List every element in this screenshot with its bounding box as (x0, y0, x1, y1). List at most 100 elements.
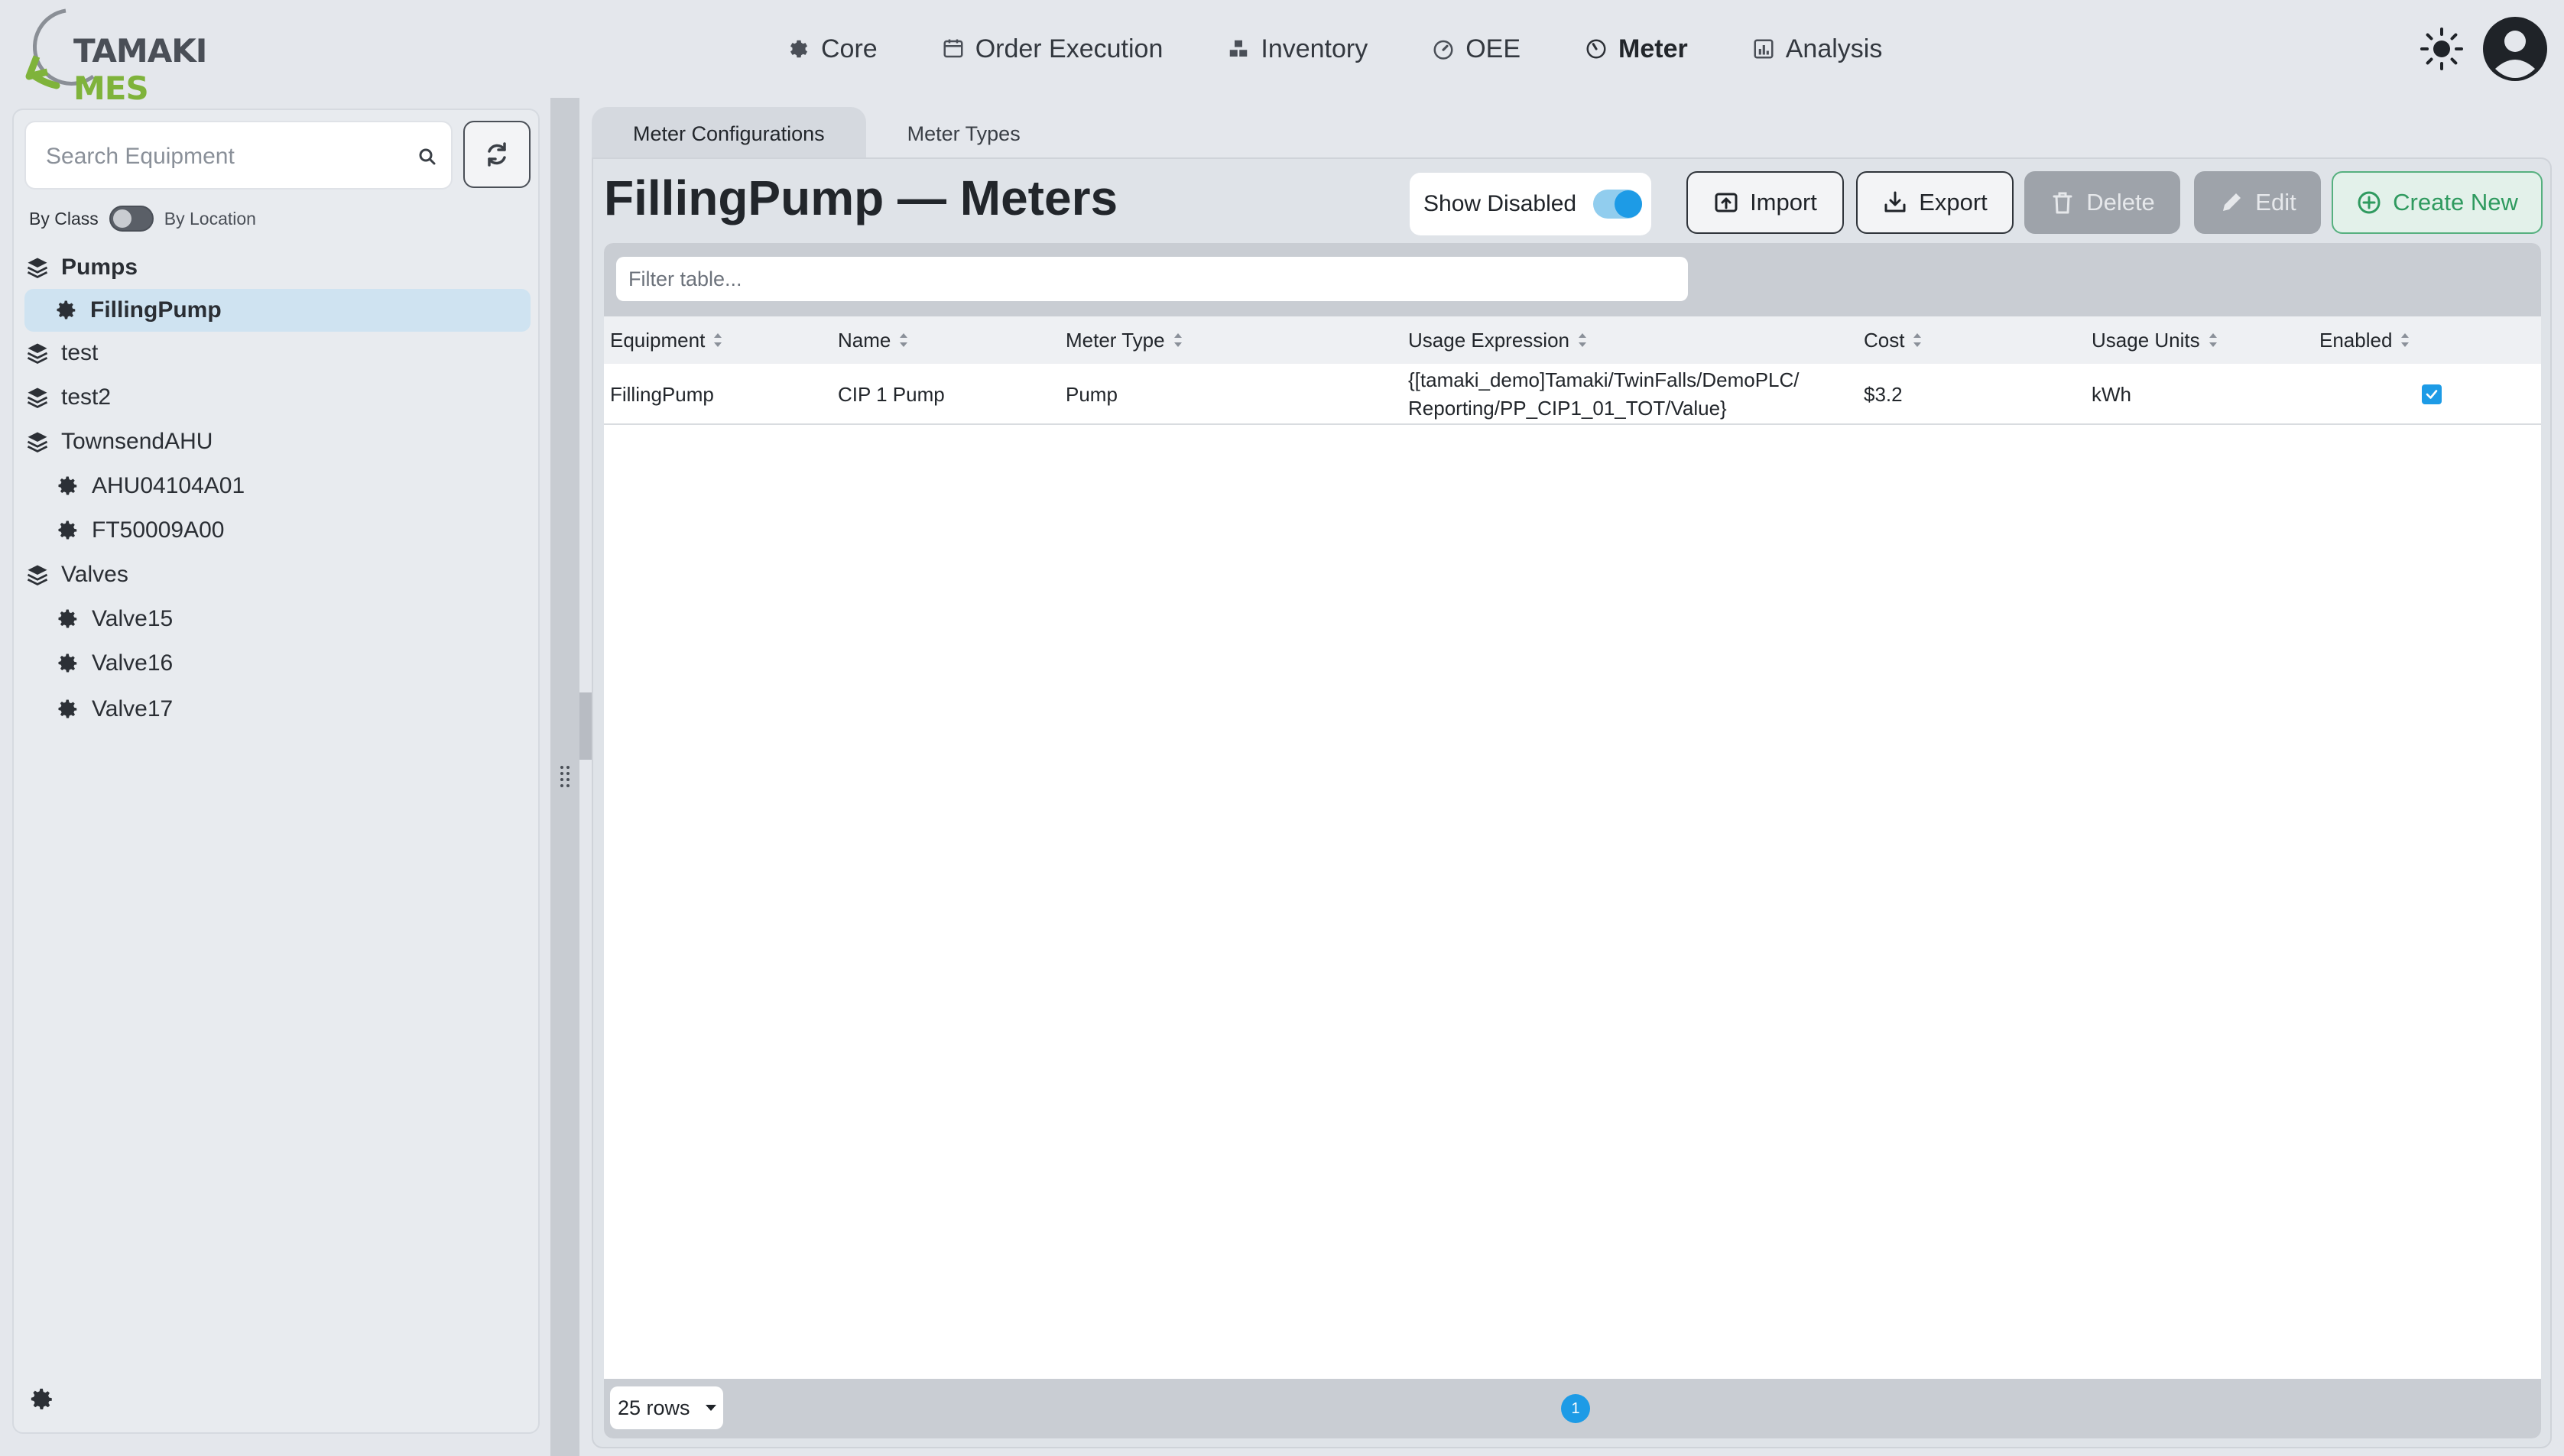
nav-analysis[interactable]: Analysis (1752, 26, 1883, 72)
calendar-icon (943, 39, 963, 58)
rows-per-page-select[interactable]: 25 rows (610, 1386, 723, 1429)
tree-item-label: Valve15 (92, 606, 174, 631)
nav-inventory-label: Inventory (1261, 34, 1368, 63)
tree-equipment-ft50009a00[interactable]: FT50009A00 (57, 509, 224, 552)
tab-meter-configurations[interactable]: Meter Configurations (592, 107, 866, 161)
cell-meter-type: Pump (1066, 382, 1118, 406)
column-header-name[interactable]: Name (838, 316, 910, 364)
tree-equipment-ahu04104a01[interactable]: AHU04104A01 (57, 465, 245, 507)
import-button[interactable]: Import (1686, 171, 1844, 234)
drag-grip-icon[interactable] (559, 764, 571, 792)
settings-gear-icon[interactable] (29, 1386, 55, 1412)
nav-core[interactable]: Core (787, 26, 878, 72)
column-header-meter-type[interactable]: Meter Type (1066, 316, 1185, 364)
gear-icon (58, 609, 77, 628)
tree-item-label: FT50009A00 (92, 517, 225, 543)
gear-icon (58, 520, 77, 540)
column-header-label: Enabled (2319, 328, 2393, 352)
meters-table: Equipment Name Meter Type Usage Expressi… (604, 243, 2541, 1438)
create-new-label: Create New (2393, 189, 2518, 216)
column-header-label: Usage Expression (1408, 328, 1569, 352)
tree-class-test2[interactable]: test2 (26, 376, 111, 419)
view-mode-toggle[interactable] (109, 206, 154, 232)
gear-icon (58, 476, 77, 495)
usage-expression-line-1: {[tamaki_demo]Tamaki/TwinFalls/DemoPLC/ (1408, 368, 1800, 391)
create-new-button[interactable]: Create New (2332, 171, 2543, 234)
tree-item-label: FillingPump (90, 297, 222, 323)
layers-icon (27, 388, 48, 409)
show-disabled-label: Show Disabled (1423, 191, 1577, 216)
view-mode-toggle-row: By Class By Location (29, 203, 256, 234)
column-header-label: Name (838, 328, 891, 352)
refresh-button[interactable] (463, 121, 531, 188)
column-header-enabled[interactable]: Enabled (2319, 316, 2412, 364)
tamaki-logo[interactable]: TAMAKI MES (20, 3, 219, 107)
sort-icon (1579, 333, 1586, 347)
caret-down-icon (705, 1405, 716, 1411)
cell-usage-expression: {[tamaki_demo]Tamaki/TwinFalls/DemoPLC/ … (1408, 364, 1800, 425)
gear-icon (58, 653, 77, 673)
tree-equipment-valve16[interactable]: Valve16 (57, 642, 173, 685)
tree-item-label: Valve17 (92, 696, 174, 722)
gear-icon (57, 300, 76, 319)
column-header-usage-expression[interactable]: Usage Expression (1408, 316, 1589, 364)
user-avatar-icon[interactable] (2481, 15, 2549, 83)
export-button[interactable]: Export (1856, 171, 2014, 234)
gear-icon (790, 40, 807, 58)
cell-cost: $3.2 (1864, 382, 1903, 406)
tree-item-label: test2 (61, 384, 112, 410)
layers-icon (27, 258, 48, 279)
column-header-label: Usage Units (2092, 328, 2200, 352)
pagination-page-1[interactable]: 1 (1561, 1394, 1590, 1423)
edit-button[interactable]: Edit (2194, 171, 2321, 234)
cell-enabled (2422, 364, 2442, 425)
column-header-usage-units[interactable]: Usage Units (2092, 316, 2220, 364)
column-header-cost[interactable]: Cost (1864, 316, 1924, 364)
nav-meter[interactable]: Meter (1585, 26, 1688, 72)
tree-item-label: Valves (61, 562, 128, 587)
edit-label: Edit (2255, 189, 2296, 216)
table-filter-bar (604, 243, 2541, 316)
gauge-icon (1433, 40, 1453, 60)
table-row[interactable]: FillingPump CIP 1 Pump Pump {[tamaki_dem… (604, 364, 2541, 425)
sort-icon (714, 333, 722, 347)
sort-icon (1173, 333, 1182, 347)
tree-equipment-valve17[interactable]: Valve17 (57, 688, 173, 731)
trash-icon (2053, 192, 2072, 214)
column-header-equipment[interactable]: Equipment (610, 316, 725, 364)
tree-class-valves[interactable]: Valves (26, 553, 128, 596)
logo-text: TAMAKI MES (73, 32, 219, 107)
import-icon (1715, 193, 1738, 212)
tree-item-label: TownsendAHU (61, 429, 213, 454)
nav-oee[interactable]: OEE (1432, 26, 1521, 72)
tree-class-pumps[interactable]: Pumps (26, 246, 531, 289)
export-label: Export (1919, 189, 1988, 216)
search-icon[interactable] (416, 145, 439, 168)
tree-equipment-valve15[interactable]: Valve15 (57, 598, 173, 640)
main-tabs: Meter Configurations Meter Types (592, 107, 1062, 161)
table-filter-input[interactable] (616, 257, 1688, 301)
meter-icon (1586, 39, 1606, 59)
tree-equipment-fillingpump[interactable]: FillingPump (24, 289, 531, 332)
sort-icon (2209, 333, 2217, 347)
nav-analysis-label: Analysis (1785, 34, 1883, 63)
delete-button[interactable]: Delete (2024, 171, 2180, 234)
nav-inventory[interactable]: Inventory (1227, 26, 1368, 72)
nav-oee-label: OEE (1465, 34, 1521, 63)
show-disabled-switch[interactable] (1593, 190, 1643, 219)
show-disabled-control: Show Disabled (1410, 173, 1651, 235)
meter-configurations-content: FillingPump — Meters Show Disabled Impor… (592, 157, 2552, 1448)
nav-core-label: Core (821, 34, 878, 63)
chart-icon (1754, 39, 1774, 59)
layers-icon (27, 432, 48, 453)
enabled-checkbox[interactable] (2422, 384, 2442, 404)
layers-icon (27, 343, 48, 365)
sun-icon[interactable] (2419, 26, 2465, 72)
sort-icon (1913, 333, 1922, 347)
nav-order-execution[interactable]: Order Execution (942, 26, 1163, 72)
tree-class-townsendahu[interactable]: TownsendAHU (26, 420, 213, 463)
tab-meter-types[interactable]: Meter Types (866, 107, 1062, 161)
page-title: FillingPump — Meters (604, 170, 1118, 225)
tree-class-test[interactable]: test (26, 332, 98, 375)
equipment-search-input[interactable] (46, 136, 398, 177)
